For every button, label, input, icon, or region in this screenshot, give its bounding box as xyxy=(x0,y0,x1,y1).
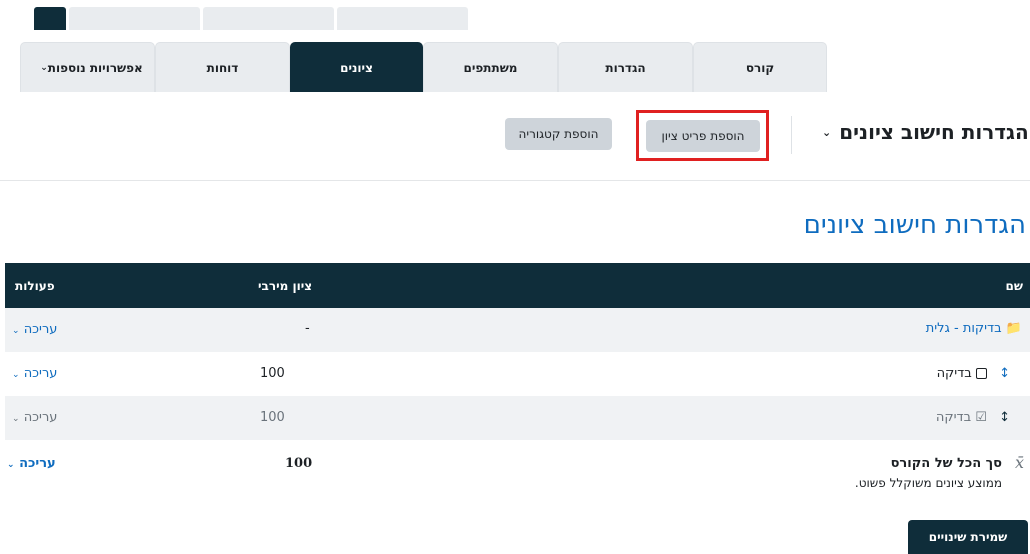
chevron-down-icon: ⌄ xyxy=(12,370,20,380)
table-row-category: 📁 בדיקות - גלית - ⌄ עריכה xyxy=(5,308,1030,352)
edit-label: עריכה xyxy=(23,410,58,425)
checked-box-icon: ☑ xyxy=(975,410,987,425)
max-grade-value: 100 xyxy=(285,456,313,471)
chevron-down-icon: ⌄ xyxy=(12,414,20,424)
item-name: ↕ בדיקה xyxy=(937,366,1010,381)
category-name[interactable]: 📁 בדיקות - גלית xyxy=(926,321,1022,336)
highlight-box xyxy=(636,110,769,161)
item-name: ↕ ☑ בדיקה xyxy=(936,410,1010,425)
tab-grades[interactable]: ציונים xyxy=(290,42,423,92)
add-category-button[interactable]: הוספת קטגוריה xyxy=(505,118,612,150)
chevron-down-icon: ⌄ xyxy=(12,326,20,336)
edit-menu[interactable]: ⌄ עריכה xyxy=(8,366,57,381)
column-header-max-grade: ציון מירבי xyxy=(258,279,313,293)
tab-settings[interactable]: הגדרות xyxy=(558,42,693,92)
tab-reports[interactable]: דוחות xyxy=(155,42,290,92)
page-select-label: הגדרות חישוב ציונים xyxy=(839,120,1029,144)
chevron-down-icon: ⌄ xyxy=(40,62,48,73)
top-tab-2[interactable] xyxy=(69,7,200,30)
tab-label: ציונים xyxy=(340,60,373,75)
total-description: ממוצע ציונים משוקלל פשוט. xyxy=(854,476,1002,490)
tab-participants[interactable]: משתתפים xyxy=(423,42,558,92)
edit-label: עריכה xyxy=(23,322,58,337)
edit-menu[interactable]: ⌄ עריכה xyxy=(8,410,57,425)
chevron-down-icon: ⌄ xyxy=(7,460,15,470)
save-label: שמירת שינויים xyxy=(928,530,1008,544)
save-changes-button[interactable]: שמירת שינויים xyxy=(908,520,1028,554)
tab-label: הגדרות xyxy=(605,60,646,75)
total-name: סך הכל של הקורס xyxy=(890,456,1002,471)
max-grade-value: 100 xyxy=(260,410,285,425)
toolbar-divider xyxy=(791,116,792,154)
table-row-item: ↕ ☑ בדיקה 100 ⌄ עריכה xyxy=(5,396,1030,440)
add-category-label: הוספת קטגוריה xyxy=(518,127,599,141)
column-header-name: שם xyxy=(1005,279,1023,293)
tab-more-options[interactable]: ⌄ אפשרויות נוספות xyxy=(20,42,155,92)
edit-menu[interactable]: ⌄ עריכה xyxy=(3,456,56,471)
move-icon[interactable]: ↕ xyxy=(999,410,1010,425)
divider xyxy=(0,180,1030,181)
table-header: שם ציון מירבי פעולות xyxy=(5,263,1030,308)
max-grade-value: - xyxy=(305,321,310,336)
page-heading: הגדרות חישוב ציונים xyxy=(803,210,1026,240)
max-grade-value: 100 xyxy=(260,366,285,381)
top-tab-1[interactable] xyxy=(34,7,66,30)
tab-label: קורס xyxy=(745,60,775,75)
column-header-actions: פעולות xyxy=(15,279,55,293)
tab-course[interactable]: קורס xyxy=(693,42,827,92)
page-select-dropdown[interactable]: הגדרות חישוב ציונים ⌄ xyxy=(822,120,1029,144)
edit-label: עריכה xyxy=(19,456,56,471)
tab-label: משתתפים xyxy=(463,60,518,75)
mean-icon: x̄ xyxy=(1014,453,1024,472)
table-row-total: סך הכל של הקורס x̄ ממוצע ציונים משוקלל פ… xyxy=(5,440,1030,502)
tab-label: אפשרויות נוספות xyxy=(47,60,143,75)
chevron-down-icon: ⌄ xyxy=(822,125,832,139)
edit-menu[interactable]: ⌄ עריכה xyxy=(8,322,57,337)
item-label: בדיקה xyxy=(936,366,972,381)
top-tab-4[interactable] xyxy=(337,7,468,30)
edit-label: עריכה xyxy=(23,366,58,381)
folder-icon: 📁 xyxy=(1005,321,1022,336)
table-row-item: ↕ בדיקה 100 ⌄ עריכה xyxy=(5,352,1030,396)
top-tab-3[interactable] xyxy=(203,7,334,30)
checkbox-icon xyxy=(975,368,987,379)
category-label: בדיקות - גלית xyxy=(925,321,1002,336)
tab-label: דוחות xyxy=(206,60,239,75)
move-icon[interactable]: ↕ xyxy=(999,366,1010,381)
item-label: בדיקה xyxy=(935,410,972,425)
